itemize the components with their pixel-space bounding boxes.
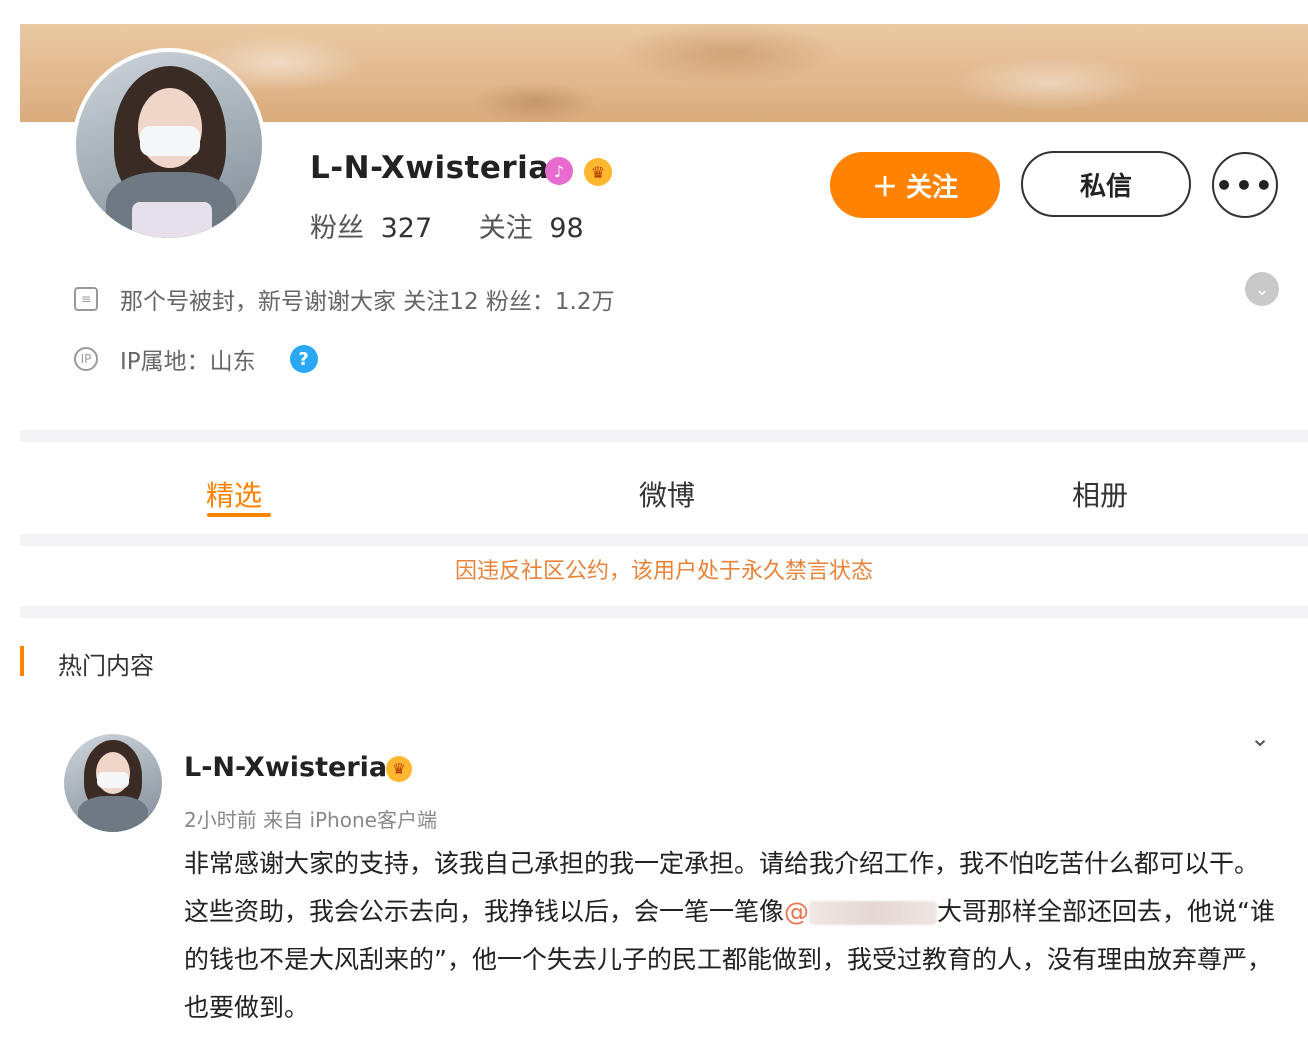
profile-tabs: 精选 微博 相册 [20, 444, 1308, 536]
divider [20, 606, 1308, 618]
bio-text: 那个号被封，新号谢谢大家 关注12 粉丝：1.2万 [120, 289, 615, 315]
tab-featured[interactable]: 精选 [206, 474, 262, 514]
help-icon[interactable]: ? [289, 345, 318, 373]
profile-avatar[interactable] [72, 48, 266, 242]
tab-album[interactable]: 相册 [1072, 474, 1128, 514]
divider [20, 430, 1308, 442]
section-accent-bar [20, 646, 24, 676]
post-menu-chevron-icon[interactable]: ⌄ [1250, 724, 1270, 752]
more-options-button[interactable]: ••• [1212, 152, 1278, 218]
profile-username: L-N-Xwisteria [310, 150, 550, 186]
crown-badge-icon: ♛ [386, 756, 412, 782]
fans-count[interactable]: 327 [381, 213, 433, 244]
ip-icon: IP [74, 347, 98, 371]
mention-link[interactable]: @ [784, 897, 938, 926]
redacted-username [809, 901, 938, 925]
active-tab-indicator [207, 513, 271, 517]
crown-badge-icon[interactable]: ♛ [584, 158, 612, 186]
document-icon: ≡ [74, 287, 98, 311]
ban-notice: 因违反社区公约，该用户处于永久禁言状态 [20, 546, 1308, 606]
bio-row: ≡ 那个号被封，新号谢谢大家 关注12 粉丝：1.2万 [74, 282, 614, 316]
vip-badge-icon[interactable]: ♪ [545, 157, 573, 185]
following-count[interactable]: 98 [549, 213, 583, 244]
post-author-name[interactable]: L-N-Xwisteria [184, 752, 387, 783]
follow-button[interactable]: ＋ 关注 [830, 152, 1000, 218]
following-label[interactable]: 关注 [479, 213, 533, 244]
post-author-avatar[interactable] [64, 734, 162, 832]
ip-row: IP IP属地：山东 ? [74, 342, 318, 376]
follow-label: 关注 [906, 171, 959, 202]
message-button[interactable]: 私信 [1021, 151, 1191, 217]
ip-location-text: IP属地：山东 [120, 349, 256, 375]
section-title: 热门内容 [58, 652, 154, 680]
divider [20, 534, 1308, 546]
post-text: 非常感谢大家的支持，该我自己承担的我一定承担。请给我介绍工作，我不怕吃苦什么都可… [184, 840, 1284, 1032]
tab-weibo[interactable]: 微博 [639, 474, 695, 514]
mention-symbol: @ [784, 897, 810, 926]
profile-stats: 粉丝 327 关注 98 [310, 206, 622, 245]
post-meta: 2小时前 来自 iPhone客户端 [184, 808, 437, 832]
profile-page: L-N-Xwisteria ♪ ♛ 粉丝 327 关注 98 ＋ 关注 私信 •… [20, 24, 1308, 1046]
fans-label[interactable]: 粉丝 [310, 213, 364, 244]
expand-chevron-icon[interactable]: ⌄ [1245, 272, 1279, 306]
plus-icon: ＋ [871, 171, 898, 202]
